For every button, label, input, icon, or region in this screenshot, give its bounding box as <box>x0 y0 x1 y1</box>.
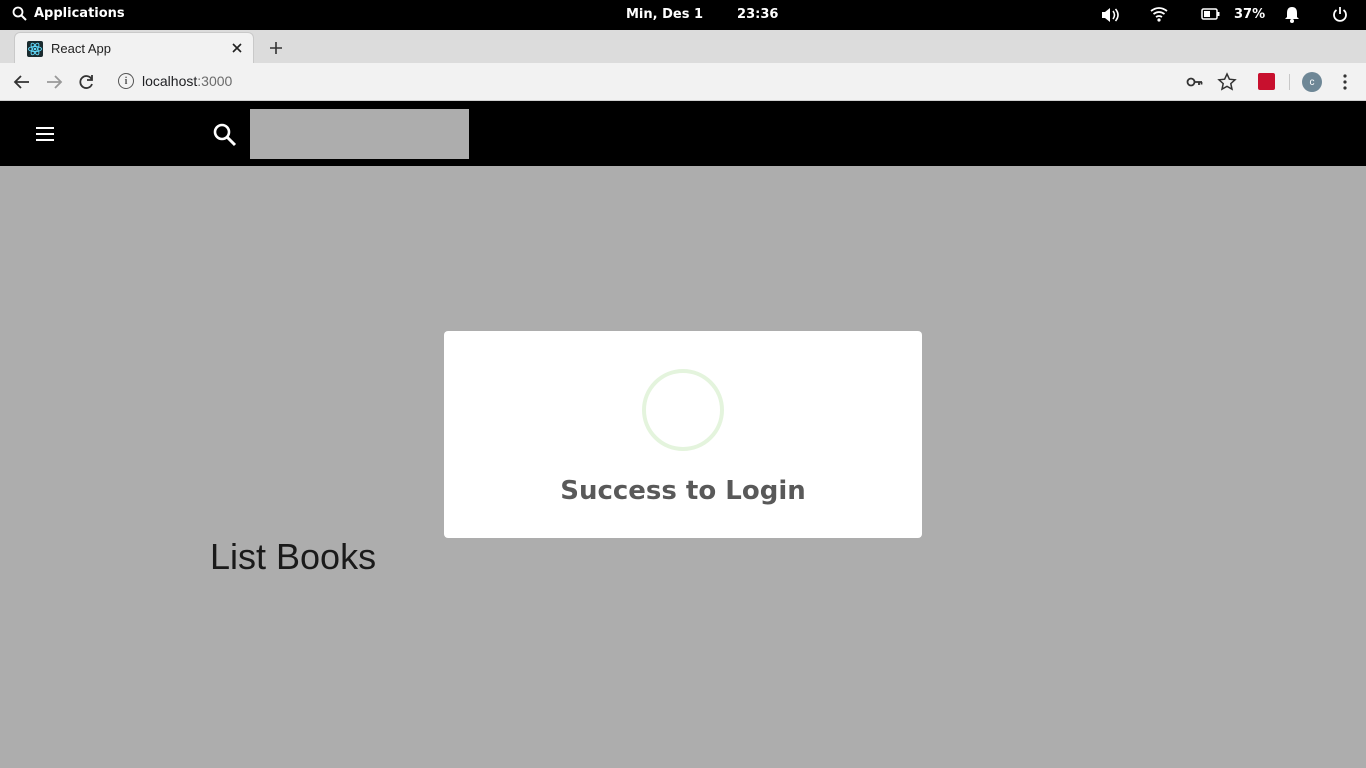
success-dialog: Success to Login <box>444 331 922 538</box>
dialog-title: Success to Login <box>560 476 806 506</box>
date-label: Min, Des 1 <box>626 7 704 22</box>
app-header <box>0 102 1366 166</box>
search-icon <box>12 6 27 21</box>
browser-toolbar: i localhost:3000 c <box>0 63 1366 101</box>
volume-icon[interactable] <box>1100 6 1120 24</box>
success-circle-icon <box>642 369 724 451</box>
forward-arrow-icon[interactable] <box>44 72 64 92</box>
notifications-icon[interactable] <box>1284 6 1300 23</box>
wifi-icon[interactable] <box>1150 6 1168 22</box>
toolbar-divider <box>1289 74 1290 90</box>
power-icon[interactable] <box>1332 6 1348 23</box>
back-arrow-icon[interactable] <box>12 72 32 92</box>
clock[interactable]: Min, Des 1 23:36 <box>626 7 778 22</box>
search-input[interactable] <box>250 109 469 159</box>
browser-menu-icon[interactable] <box>1335 72 1355 92</box>
page-title: List Books <box>210 536 377 577</box>
reload-icon[interactable] <box>76 72 96 92</box>
bookmark-star-icon[interactable] <box>1217 72 1237 92</box>
url-port: :3000 <box>197 73 233 89</box>
url-host: localhost <box>142 73 198 89</box>
browser-tab-strip: React App <box>0 30 1366 63</box>
new-tab-icon[interactable] <box>266 38 286 58</box>
react-favicon-icon <box>27 41 43 57</box>
browser-tab[interactable]: React App <box>14 32 254 63</box>
tab-title: React App <box>51 41 111 56</box>
applications-menu[interactable]: Applications <box>12 6 125 21</box>
battery-icon[interactable] <box>1201 6 1221 22</box>
address-bar[interactable]: i localhost:3000 <box>118 73 232 89</box>
time-label: 23:36 <box>737 7 779 22</box>
battery-percent: 37% <box>1234 7 1266 22</box>
profile-avatar[interactable]: c <box>1302 72 1322 92</box>
search-icon <box>212 122 238 152</box>
key-icon[interactable] <box>1185 72 1205 92</box>
info-icon[interactable]: i <box>118 73 134 89</box>
applications-label: Applications <box>34 6 125 21</box>
system-top-bar: Applications Min, Des 1 23:36 37% <box>0 0 1366 30</box>
hamburger-menu-icon[interactable] <box>34 124 56 144</box>
close-tab-icon[interactable] <box>229 40 245 56</box>
extension-icon[interactable] <box>1258 73 1275 90</box>
